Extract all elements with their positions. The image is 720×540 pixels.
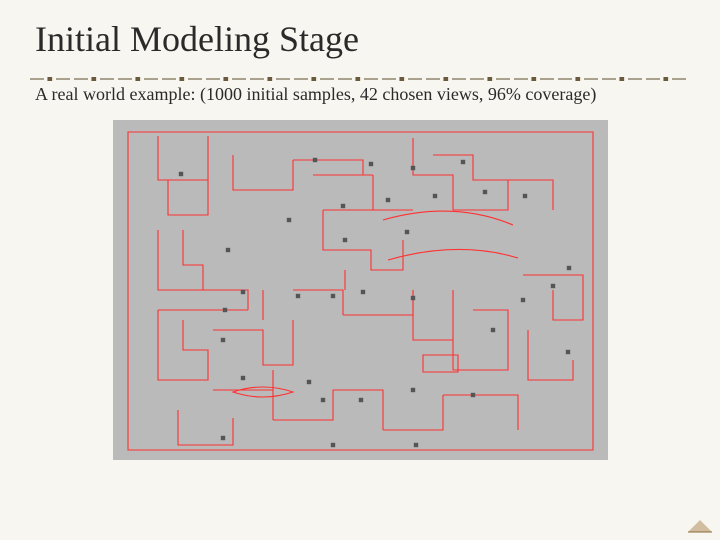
floorplan-wall bbox=[293, 290, 343, 315]
floorplan-wall bbox=[273, 390, 383, 430]
chosen-view-point bbox=[320, 398, 324, 402]
floorplan-diagram bbox=[113, 120, 608, 460]
floorplan-wall bbox=[158, 310, 208, 380]
floorplan-wall bbox=[413, 290, 453, 340]
chosen-view-point bbox=[240, 290, 244, 294]
chosen-view-point bbox=[482, 190, 486, 194]
chosen-view-point bbox=[222, 308, 226, 312]
chosen-view-point bbox=[385, 198, 389, 202]
chosen-view-point bbox=[550, 284, 554, 288]
floorplan-wall bbox=[233, 155, 293, 190]
chosen-view-point bbox=[295, 294, 299, 298]
chosen-view-point bbox=[413, 443, 417, 447]
chosen-view-point bbox=[565, 350, 569, 354]
chosen-view-point bbox=[432, 194, 436, 198]
floorplan-wall bbox=[523, 275, 583, 320]
corner-decoration-icon bbox=[686, 516, 714, 534]
floorplan-wall bbox=[528, 330, 573, 380]
floorplan-wall bbox=[383, 395, 443, 430]
chosen-view-point bbox=[360, 290, 364, 294]
floorplan-wall bbox=[453, 290, 508, 370]
divider-line bbox=[30, 68, 690, 72]
floorplan-wall bbox=[443, 395, 518, 430]
floorplan-wall bbox=[508, 180, 553, 210]
chosen-view-point bbox=[490, 328, 494, 332]
chosen-view-point bbox=[330, 294, 334, 298]
floorplan-wall bbox=[213, 320, 293, 365]
chosen-view-point bbox=[225, 248, 229, 252]
chosen-view-point bbox=[306, 380, 310, 384]
chosen-view-point bbox=[520, 298, 524, 302]
chosen-view-point bbox=[404, 230, 408, 234]
floorplan-wall bbox=[343, 290, 413, 315]
floorplan-wall bbox=[413, 138, 508, 210]
chosen-view-point bbox=[286, 218, 290, 222]
floorplan-wall bbox=[293, 160, 363, 175]
subtitle-text: A real world example: (1000 initial samp… bbox=[35, 84, 720, 105]
page-title: Initial Modeling Stage bbox=[0, 0, 720, 68]
chosen-view-point bbox=[240, 376, 244, 380]
chosen-view-point bbox=[566, 266, 570, 270]
floorplan-svg bbox=[113, 120, 608, 460]
chosen-view-point bbox=[220, 436, 224, 440]
chosen-view-point bbox=[460, 160, 464, 164]
chosen-view-point bbox=[342, 238, 346, 242]
chosen-view-point bbox=[368, 162, 372, 166]
divider-svg bbox=[30, 77, 690, 81]
floorplan-wall bbox=[388, 249, 518, 260]
floorplan-wall bbox=[383, 211, 513, 225]
chosen-view-point bbox=[358, 398, 362, 402]
chosen-view-point bbox=[220, 338, 224, 342]
chosen-view-point bbox=[330, 443, 334, 447]
chosen-view-point bbox=[410, 166, 414, 170]
floorplan-wall bbox=[233, 387, 293, 397]
floorplan-wall bbox=[158, 230, 203, 290]
chosen-view-point bbox=[312, 158, 316, 162]
chosen-view-point bbox=[178, 172, 182, 176]
floorplan-wall bbox=[323, 210, 403, 270]
chosen-view-point bbox=[340, 204, 344, 208]
chosen-view-point bbox=[410, 388, 414, 392]
chosen-view-point bbox=[470, 393, 474, 397]
chosen-view-point bbox=[522, 194, 526, 198]
chosen-view-point bbox=[410, 296, 414, 300]
